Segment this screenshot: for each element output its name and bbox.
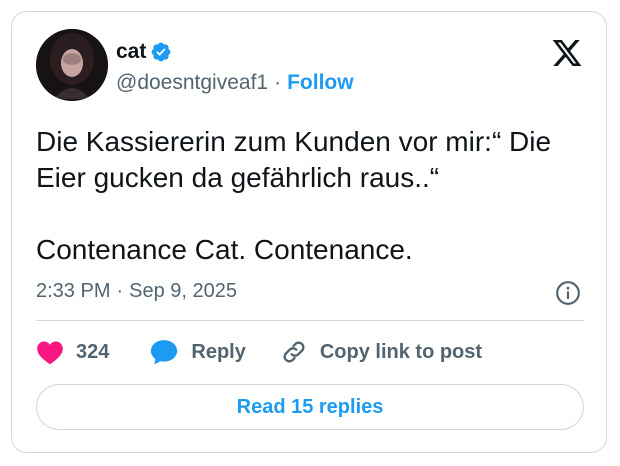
speech-bubble-icon [151,340,178,365]
divider [36,320,584,321]
x-logo-icon[interactable] [550,37,584,69]
tweet-text: Die Kassiererin zum Kunden vor mir:“ Die… [36,126,552,265]
tweet-timestamp[interactable]: 2:33 PM · Sep 9, 2025 [36,280,237,303]
user-name[interactable]: cat [116,40,146,64]
action-bar: 324 Reply Copy link to post [36,336,482,368]
copy-link-button[interactable]: Copy link to post [280,338,482,366]
user-name-row: cat [116,40,172,64]
info-icon[interactable] [555,280,581,306]
meta-separator: · [116,280,124,302]
like-count: 324 [76,340,110,363]
follow-button[interactable]: Follow [287,70,354,96]
handle-separator: · [274,71,282,94]
reply-button[interactable]: Reply [149,338,246,366]
tweet-date: Sep 9, 2025 [129,280,238,302]
verified-badge-icon [151,42,171,62]
tweet-time: 2:33 PM [36,280,111,302]
avatar[interactable] [36,29,108,101]
heart-icon [37,341,63,365]
link-icon [283,341,305,363]
user-handle-row: @doesntgiveaf1 · Follow [116,70,354,96]
reply-label: Reply [191,340,246,363]
tweet-card: cat @doesntgiveaf1 · Follow Die Kassiere… [11,11,607,453]
copy-link-label: Copy link to post [319,340,483,363]
user-handle[interactable]: @doesntgiveaf1 [116,70,268,96]
read-replies-button[interactable]: Read 15 replies [36,384,584,430]
read-replies-label: Read 15 replies [236,395,384,418]
like-button[interactable]: 324 [36,339,109,365]
